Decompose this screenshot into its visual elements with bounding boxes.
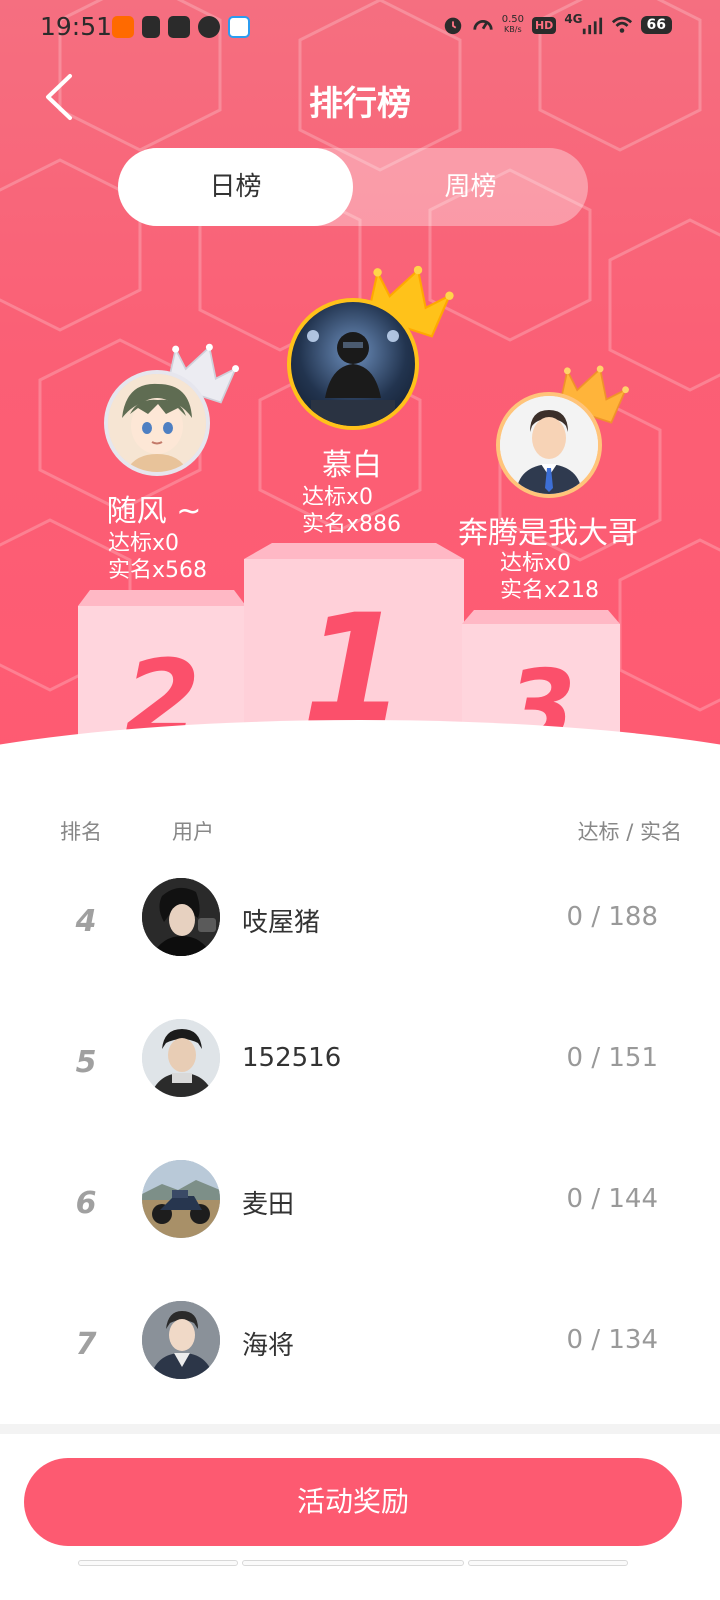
- row-score: 0 / 144: [566, 1184, 658, 1214]
- activity-reward-button[interactable]: 活动奖励: [24, 1458, 682, 1546]
- row-score: 0 / 134: [566, 1325, 658, 1355]
- third-place-name: 奔腾是我大哥: [458, 516, 638, 551]
- signal-bars-icon: [582, 17, 602, 35]
- ranking-list-header: 排名 用户 达标 / 实名: [0, 816, 720, 848]
- ranking-row[interactable]: 7 海将 0 / 134: [0, 1301, 720, 1442]
- wifi-icon: [611, 16, 632, 33]
- default-user-avatar: [500, 396, 598, 494]
- network-type: 4G: [564, 12, 583, 26]
- third-place-avatar[interactable]: [496, 392, 602, 498]
- status-app-icons: [112, 16, 250, 38]
- row-rank: 4: [75, 904, 97, 939]
- second-place-name: 随风 ~: [106, 494, 202, 529]
- net-speed-value: 0.50: [501, 14, 524, 25]
- second-place-qualified: 达标x0: [108, 531, 180, 556]
- ranking-row[interactable]: 4 吱屋猪 0 / 188: [0, 878, 720, 1019]
- row-avatar: [142, 1160, 220, 1238]
- nav-indicator-left: [78, 1560, 238, 1566]
- net-speed-unit: KB/s: [504, 25, 522, 34]
- battery-indicator: 66: [640, 16, 672, 34]
- column-score-header: 达标 / 实名: [577, 820, 682, 844]
- row-rank: 5: [75, 1045, 97, 1080]
- status-system-icons: 0.50 KB/s HD 4G 66: [442, 12, 672, 36]
- user-photo: [142, 878, 220, 956]
- podium-second-top: [78, 590, 246, 606]
- second-place-verified: 实名x568: [108, 558, 208, 583]
- row-score: 0 / 151: [566, 1043, 658, 1073]
- first-place-qualified: 达标x0: [302, 485, 374, 510]
- third-place-qualified: 达标x0: [500, 551, 572, 576]
- nav-indicator-center: [242, 1560, 464, 1566]
- podium-third-top: [462, 610, 620, 624]
- user-photo: [142, 1301, 220, 1379]
- link-app-icon: [198, 16, 220, 38]
- network-speed: 0.50 KB/s: [502, 15, 524, 35]
- first-place-name: 慕白: [322, 448, 382, 483]
- motorcycle-photo: [142, 1160, 220, 1238]
- video-app-icon: [168, 16, 190, 38]
- row-user-name: 麦田: [242, 1190, 295, 1220]
- taobao-app-icon: [112, 16, 134, 38]
- row-avatar: [142, 1301, 220, 1379]
- row-user-name: 海将: [242, 1331, 295, 1361]
- tab-weekly[interactable]: 周榜: [353, 148, 588, 226]
- hero-banner: 19:51 0.50 KB/s HD 4G 66 排行榜 日榜 周榜 2 1 3…: [0, 0, 720, 800]
- row-rank: 7: [75, 1327, 97, 1362]
- column-user-header: 用户: [172, 820, 214, 844]
- row-user-name: 152516: [242, 1043, 342, 1073]
- third-place-verified: 实名x218: [500, 578, 600, 603]
- ranking-period-tabs: 日榜 周榜: [118, 148, 588, 226]
- ranking-row[interactable]: 6 麦田 0 / 144: [0, 1160, 720, 1301]
- row-avatar: [142, 878, 220, 956]
- row-score: 0 / 188: [566, 902, 658, 932]
- speedometer-icon: [473, 20, 493, 30]
- alarm-icon: [444, 17, 461, 35]
- motorcyclist-photo: [307, 330, 399, 426]
- status-bar: 19:51 0.50 KB/s HD 4G 66: [0, 0, 720, 56]
- section-divider: [0, 1424, 720, 1434]
- anime-boy-photo: [108, 374, 206, 472]
- column-rank-header: 排名: [60, 820, 102, 844]
- row-rank: 6: [75, 1186, 97, 1221]
- page-title: 排行榜: [309, 84, 411, 124]
- first-place-verified: 实名x886: [302, 512, 402, 537]
- podium-first-top: [244, 543, 464, 559]
- status-time: 19:51: [40, 12, 113, 41]
- gift-app-icon: [142, 16, 160, 38]
- row-avatar: [142, 1019, 220, 1097]
- hd-badge: HD: [531, 16, 557, 34]
- cloud-app-icon: [228, 16, 250, 38]
- first-place-avatar[interactable]: [287, 298, 419, 430]
- nav-indicator-right: [468, 1560, 628, 1566]
- hero-curve: [0, 720, 720, 800]
- ranking-row[interactable]: 5 152516 0 / 151: [0, 1019, 720, 1160]
- tab-daily[interactable]: 日榜: [118, 148, 353, 226]
- second-place-avatar[interactable]: [104, 370, 210, 476]
- row-user-name: 吱屋猪: [242, 908, 321, 938]
- user-photo: [142, 1019, 220, 1097]
